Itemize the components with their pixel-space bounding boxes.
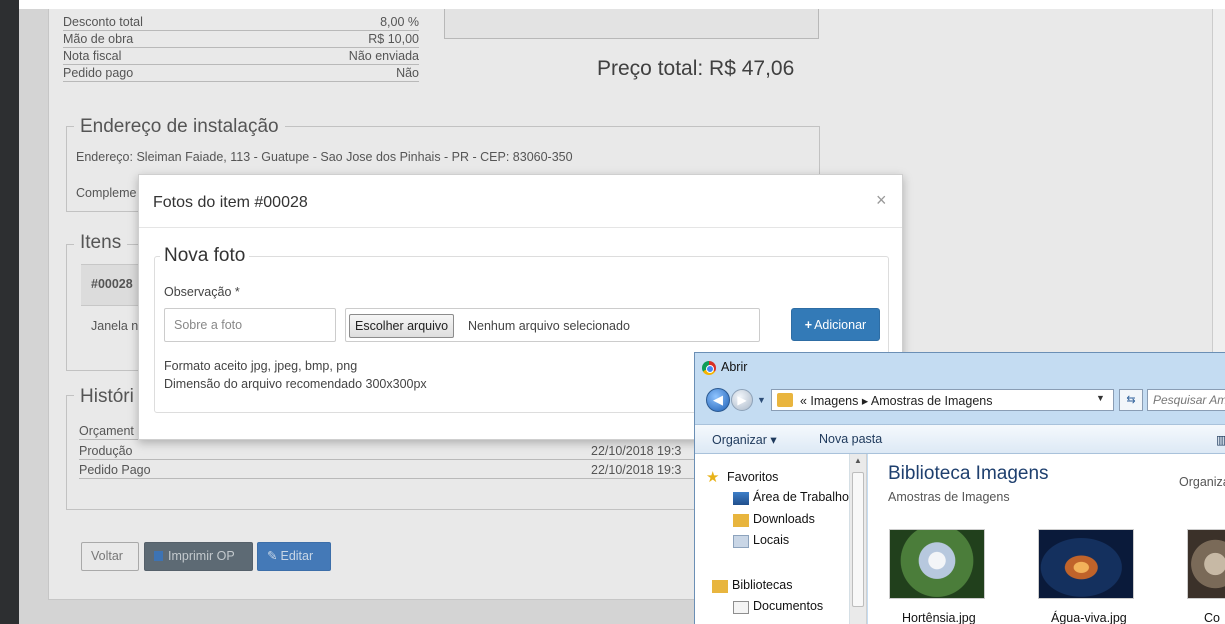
help-size: Dimensão do arquivo recomendado 300x300p… bbox=[164, 377, 427, 391]
address-line: Endereço: Sleiman Faiade, 113 - Guatupe … bbox=[76, 150, 573, 164]
summary-row: Pedido pago Não bbox=[63, 65, 419, 82]
summary-value: 8,00 % bbox=[380, 15, 419, 29]
arrange-by-label[interactable]: Organizar bbox=[1179, 475, 1225, 489]
summary-row: Desconto total 8,00 % bbox=[63, 14, 419, 31]
print-label: Imprimir OP bbox=[168, 549, 235, 563]
nav-libraries[interactable]: Bibliotecas bbox=[732, 578, 792, 592]
history-label: Produção bbox=[79, 444, 133, 458]
summary-label: Nota fiscal bbox=[63, 49, 122, 63]
items-legend: Itens bbox=[74, 232, 128, 254]
places-icon bbox=[733, 535, 749, 548]
summary-row: Mão de obra R$ 10,00 bbox=[63, 31, 419, 48]
summary-label: Mão de obra bbox=[63, 32, 134, 46]
edit-label: Editar bbox=[280, 549, 314, 563]
address-path: « Imagens ▸ Amostras de Imagens bbox=[800, 394, 993, 408]
scroll-thumb[interactable] bbox=[852, 472, 864, 607]
address-complement: Compleme bbox=[76, 186, 137, 200]
file-list: Biblioteca Imagens Amostras de Imagens O… bbox=[868, 454, 1225, 624]
file-name[interactable]: Co bbox=[1204, 611, 1220, 624]
back-arrow-icon[interactable]: ◀ bbox=[706, 388, 730, 412]
nav-favorites[interactable]: Favoritos bbox=[727, 470, 778, 484]
top-strip bbox=[0, 0, 1225, 9]
summary-value: Não bbox=[396, 66, 419, 80]
address-legend: Endereço de instalação bbox=[74, 116, 285, 138]
summary-table: Desconto total 8,00 % Mão de obra R$ 10,00… bbox=[63, 14, 419, 82]
file-input[interactable]: Escolher arquivo Nenhum arquivo selecion… bbox=[345, 308, 760, 342]
notes-textarea[interactable] bbox=[444, 9, 819, 39]
refresh-icon[interactable]: ⇆ bbox=[1119, 389, 1143, 411]
star-icon: ★ bbox=[706, 469, 720, 486]
close-icon[interactable]: × bbox=[876, 190, 887, 211]
pencil-icon: ✎ bbox=[267, 549, 278, 563]
app-sidebar bbox=[0, 0, 19, 624]
dialog-title: Abrir bbox=[721, 360, 748, 374]
documents-icon bbox=[733, 601, 749, 614]
item-code: #00028 bbox=[91, 277, 133, 291]
libraries-icon bbox=[712, 580, 728, 593]
observation-input[interactable] bbox=[164, 308, 336, 342]
forward-arrow-icon[interactable]: ▶ bbox=[731, 389, 753, 411]
new-photo-legend: Nova foto bbox=[160, 245, 250, 267]
folder-icon bbox=[777, 393, 793, 407]
nav-downloads[interactable]: Downloads bbox=[753, 512, 815, 526]
edit-button[interactable]: ✎ Editar bbox=[257, 542, 331, 571]
nav-documents[interactable]: Documentos bbox=[753, 599, 823, 613]
summary-row: Nota fiscal Não enviada bbox=[63, 48, 419, 65]
back-button[interactable]: Voltar bbox=[81, 542, 139, 571]
search-input[interactable]: Pesquisar Amo bbox=[1147, 389, 1225, 411]
print-icon bbox=[154, 551, 163, 561]
add-button[interactable]: + Adicionar bbox=[791, 308, 880, 341]
plus-icon: + bbox=[804, 318, 813, 332]
summary-label: Pedido pago bbox=[63, 66, 134, 80]
history-date: 22/10/2018 19:3 bbox=[591, 444, 682, 458]
command-bar: Organizar ▾ Nova pasta ▥ bbox=[695, 424, 1225, 454]
file-thumbnail[interactable] bbox=[889, 529, 985, 599]
organize-menu[interactable]: Organizar ▾ bbox=[712, 432, 777, 447]
recent-dropdown-icon[interactable]: ▼ bbox=[757, 395, 766, 405]
new-folder-button[interactable]: Nova pasta bbox=[819, 432, 882, 446]
history-row: Produção 22/10/2018 19:3 bbox=[79, 443, 699, 460]
summary-label: Desconto total bbox=[63, 15, 143, 29]
history-row: Pedido Pago 22/10/2018 19:3 bbox=[79, 462, 699, 479]
modal-header: Fotos do item #00028 × bbox=[139, 175, 902, 228]
modal-title: Fotos do item #00028 bbox=[153, 194, 308, 211]
scroll-up-icon[interactable]: ▲ bbox=[854, 456, 862, 465]
history-label: Pedido Pago bbox=[79, 463, 151, 477]
nav-places[interactable]: Locais bbox=[753, 533, 789, 547]
chrome-icon bbox=[702, 361, 716, 375]
file-status: Nenhum arquivo selecionado bbox=[468, 319, 630, 333]
add-label: Adicionar bbox=[814, 318, 867, 332]
help-formats: Formato aceito jpg, jpeg, bmp, png bbox=[164, 359, 358, 373]
chevron-down-icon[interactable]: ▼ bbox=[1096, 393, 1105, 403]
total-price: Preço total: R$ 47,06 bbox=[597, 57, 795, 80]
history-legend: Históri bbox=[74, 386, 140, 408]
history-date: 22/10/2018 19:3 bbox=[591, 463, 682, 477]
view-icon[interactable]: ▥ bbox=[1216, 432, 1225, 447]
observation-label: Observação * bbox=[164, 285, 240, 299]
desktop-icon bbox=[733, 492, 749, 505]
file-name[interactable]: Hortênsia.jpg bbox=[902, 611, 976, 624]
nav-scrollbar[interactable]: ▲ bbox=[850, 454, 867, 624]
open-file-dialog: Abrir ◀ ▶ ▼ « Imagens ▸ Amostras de Imag… bbox=[694, 352, 1225, 624]
library-title: Biblioteca Imagens bbox=[888, 463, 1049, 484]
library-subtitle: Amostras de Imagens bbox=[888, 490, 1010, 504]
navigation-pane: ★ Favoritos Área de Trabalho Downloads L… bbox=[695, 454, 850, 624]
file-name[interactable]: Água-viva.jpg bbox=[1051, 611, 1127, 624]
file-thumbnail[interactable] bbox=[1187, 529, 1225, 599]
dialog-navbar: ◀ ▶ ▼ « Imagens ▸ Amostras de Imagens ▼ … bbox=[701, 385, 1225, 415]
item-row[interactable]: Janela n bbox=[91, 319, 138, 333]
address-bar[interactable]: « Imagens ▸ Amostras de Imagens ▼ bbox=[771, 389, 1114, 411]
nav-desktop[interactable]: Área de Trabalho bbox=[753, 490, 849, 504]
choose-file-button[interactable]: Escolher arquivo bbox=[349, 314, 455, 338]
summary-value: R$ 10,00 bbox=[368, 32, 419, 46]
history-label: Orçament bbox=[79, 424, 134, 438]
downloads-icon bbox=[733, 514, 749, 527]
file-thumbnail[interactable] bbox=[1038, 529, 1134, 599]
summary-value: Não enviada bbox=[348, 49, 419, 63]
print-button[interactable]: Imprimir OP bbox=[144, 542, 253, 571]
